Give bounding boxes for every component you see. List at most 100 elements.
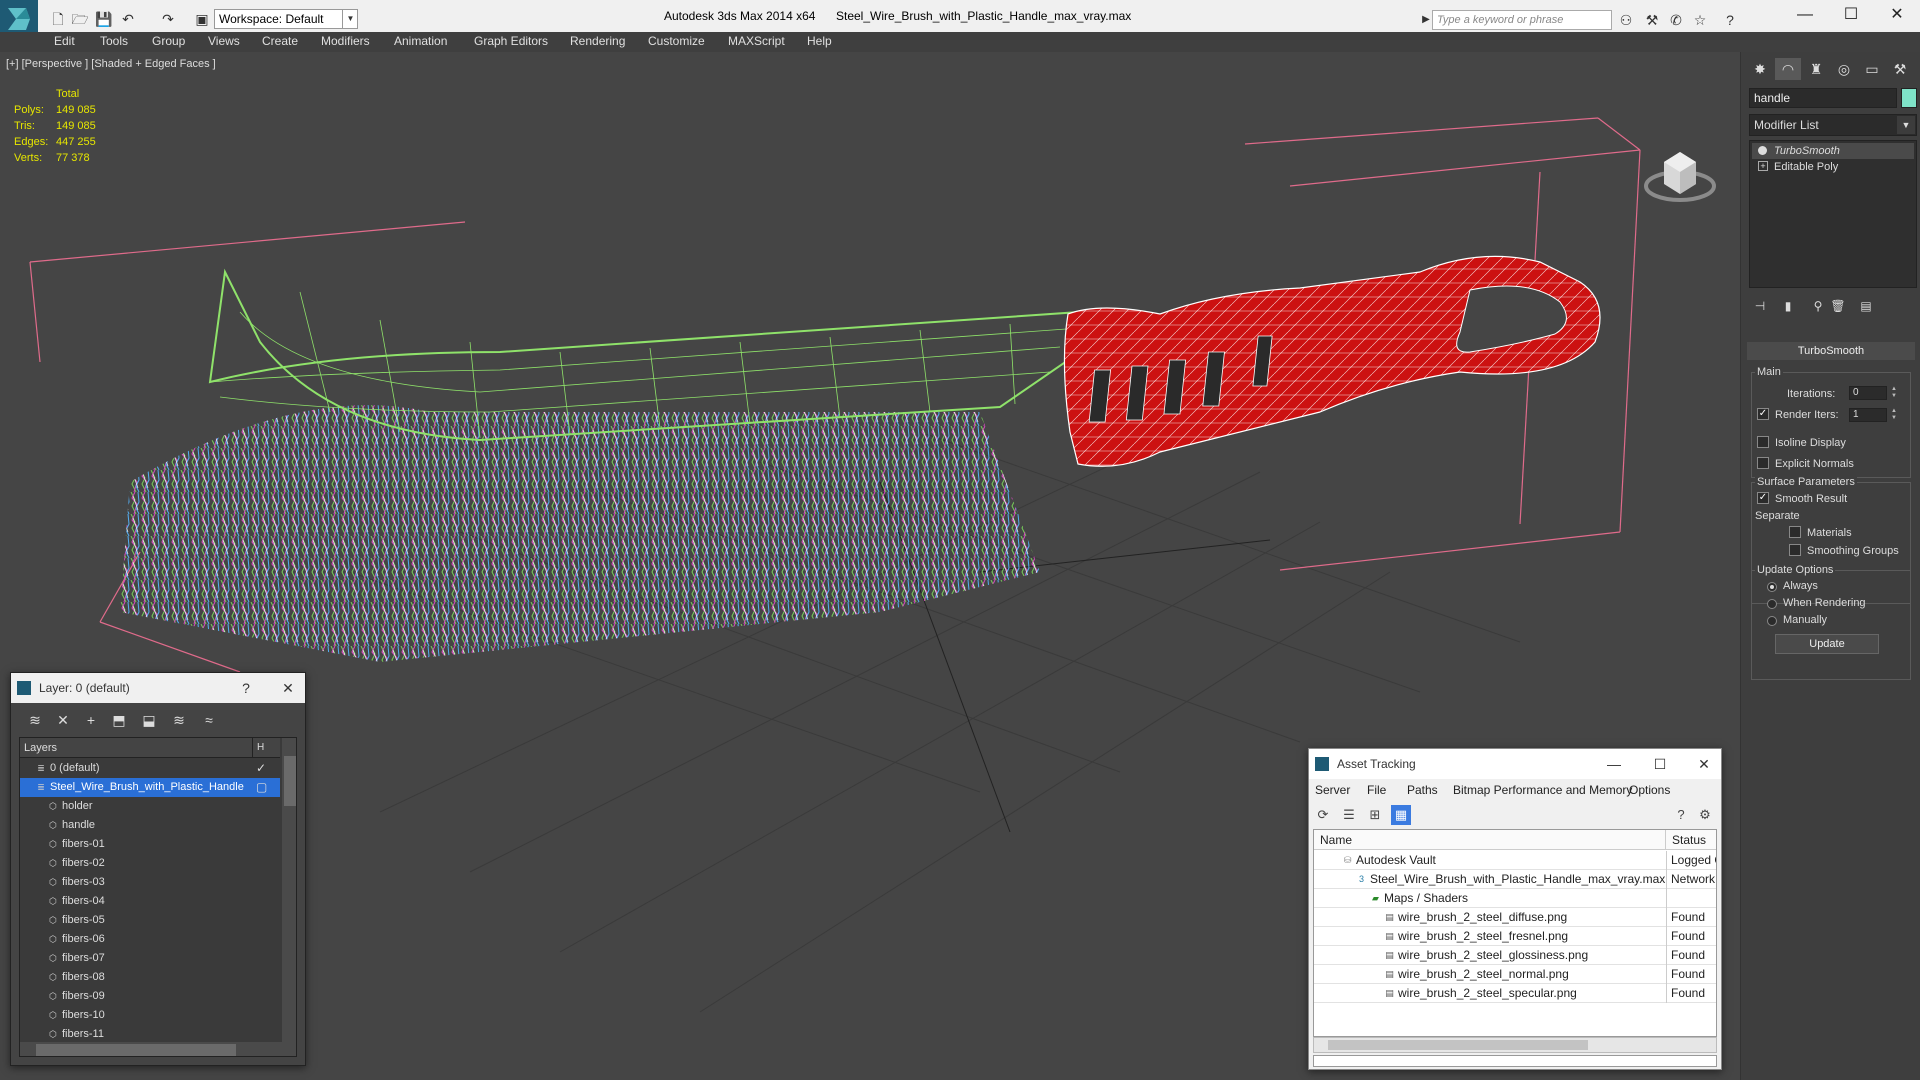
redo-icon[interactable]: ↷ <box>158 9 178 29</box>
create-tab-icon[interactable]: ✸ <box>1747 58 1773 80</box>
minimize-button[interactable]: — <box>1782 0 1828 32</box>
menu-maxscript[interactable]: MAXScript <box>728 34 785 48</box>
search-input[interactable]: Type a keyword or phrase <box>1432 10 1612 30</box>
menu-modifiers[interactable]: Modifiers <box>321 34 370 48</box>
layer-row[interactable]: ⬡ fibers-07 <box>20 949 280 968</box>
explicit-normals-checkbox[interactable] <box>1757 457 1769 469</box>
horizontal-scrollbar[interactable] <box>1313 1037 1717 1053</box>
new-file-icon[interactable]: 🗋 <box>48 9 68 29</box>
menu-group[interactable]: Group <box>152 34 185 48</box>
layer-row[interactable]: ≣ Steel_Wire_Brush_with_Plastic_Handle ▢ <box>20 778 280 797</box>
close-button[interactable]: ✕ <box>279 679 297 697</box>
tree-view-icon[interactable]: ⊞ <box>1365 805 1385 825</box>
expand-plus-icon[interactable]: + <box>1758 161 1768 171</box>
close-button[interactable]: ✕ <box>1874 0 1920 32</box>
pin-stack-icon[interactable]: ⊣ <box>1749 296 1771 316</box>
asset-row[interactable]: 3 Steel_Wire_Brush_with_Plastic_Handle_ma… <box>1314 870 1716 889</box>
help-icon[interactable]: ? <box>1720 10 1740 30</box>
spinner-arrows-icon[interactable]: ▲ ▼ <box>1889 386 1899 400</box>
chevron-down-icon[interactable]: ▼ <box>1897 116 1915 134</box>
layer-hierarchy-icon[interactable]: ≋ <box>167 709 191 731</box>
when-rendering-radio[interactable] <box>1767 599 1777 609</box>
render-iters-spinner[interactable]: 1 <box>1849 408 1887 422</box>
object-name-input[interactable]: handle <box>1749 88 1897 108</box>
asset-row[interactable]: ▤ wire_brush_2_steel_fresnel.png Found <box>1314 927 1716 946</box>
layer-row[interactable]: ⬡ fibers-09 <box>20 987 280 1006</box>
show-end-result-icon[interactable]: ▮ <box>1777 296 1799 316</box>
open-file-icon[interactable]: 🗁 <box>70 9 90 29</box>
layers-column-header[interactable]: Layers <box>20 738 280 758</box>
layer-row[interactable]: ⬡ fibers-03 <box>20 873 280 892</box>
table-view-icon[interactable]: ▦ <box>1391 805 1411 825</box>
asset-row[interactable]: ▤ wire_brush_2_steel_specular.png Found <box>1314 984 1716 1003</box>
layer-row[interactable]: ⬡ fibers-04 <box>20 892 280 911</box>
update-button[interactable]: Update <box>1775 634 1879 654</box>
spinner-arrows-icon[interactable]: ▲ ▼ <box>1889 408 1899 422</box>
list-view-icon[interactable]: ☰ <box>1339 805 1359 825</box>
smoothing-groups-checkbox[interactable] <box>1789 544 1801 556</box>
menu-graph-editors[interactable]: Graph Editors <box>474 34 548 48</box>
maximize-button[interactable]: ☐ <box>1651 755 1669 773</box>
menu-views[interactable]: Views <box>208 34 240 48</box>
vertical-scrollbar[interactable] <box>282 738 296 1056</box>
communication-icon[interactable]: ✆ <box>1666 10 1686 30</box>
motion-tab-icon[interactable]: ◎ <box>1831 58 1857 80</box>
name-column-header[interactable]: Name <box>1314 830 1666 850</box>
object-color-swatch[interactable] <box>1901 88 1917 108</box>
materials-checkbox[interactable] <box>1789 526 1801 538</box>
layer-tool-icon[interactable]: ≋ <box>23 709 47 731</box>
layer-options-icon[interactable]: ⬓ <box>137 709 161 731</box>
iterations-spinner[interactable]: 0 <box>1849 386 1887 400</box>
save-file-icon[interactable]: 💾 <box>94 9 114 29</box>
configure-sets-icon[interactable]: ▤ <box>1855 296 1877 316</box>
binoculars-icon[interactable]: ⚇ <box>1616 10 1636 30</box>
make-unique-icon[interactable]: ⚲ <box>1807 296 1829 316</box>
menu-customize[interactable]: Customize <box>648 34 705 48</box>
hide-toggle-icon[interactable]: ✓ <box>256 759 266 778</box>
asset-panel-titlebar[interactable]: Asset Tracking — ☐ ✕ <box>1309 749 1721 779</box>
workspace-select[interactable]: Workspace: Default <box>214 9 358 29</box>
utilities-tab-icon[interactable]: ⚒ <box>1887 58 1913 80</box>
layer-sync-icon[interactable]: ≈ <box>197 709 221 731</box>
menu-create[interactable]: Create <box>262 34 298 48</box>
display-tab-icon[interactable]: ▭ <box>1859 58 1885 80</box>
select-layer-icon[interactable]: ⬒ <box>107 709 131 731</box>
stack-item-turbosmooth[interactable]: TurboSmooth <box>1752 143 1914 159</box>
layer-row[interactable]: ⬡ fibers-08 <box>20 968 280 987</box>
minimize-button[interactable]: — <box>1605 755 1623 773</box>
layer-panel-titlebar[interactable]: Layer: 0 (default) ? ✕ <box>11 673 305 703</box>
status-column-header[interactable]: Status <box>1666 830 1716 850</box>
smooth-result-checkbox[interactable]: ✓ <box>1757 492 1769 504</box>
asset-row[interactable]: ▤ wire_brush_2_steel_diffuse.png Found <box>1314 908 1716 927</box>
hide-toggle-icon[interactable]: ▢ <box>256 778 267 797</box>
asset-row[interactable]: ⛁ Autodesk Vault Logged O <box>1314 851 1716 870</box>
layer-row[interactable]: ⬡ fibers-06 <box>20 930 280 949</box>
scrollbar-thumb[interactable] <box>284 756 296 806</box>
layer-row[interactable]: ≣ 0 (default) ✓ <box>20 759 280 778</box>
layer-row[interactable]: ⬡ handle <box>20 816 280 835</box>
asset-menu-options[interactable]: Options <box>1629 783 1670 797</box>
layer-row[interactable]: ⬡ fibers-10 <box>20 1006 280 1025</box>
asset-menu-server[interactable]: Server <box>1315 783 1350 797</box>
chevron-down-icon[interactable]: ▼ <box>342 9 358 29</box>
layer-row[interactable]: ⬡ fibers-05 <box>20 911 280 930</box>
layer-row[interactable]: ⬡ fibers-01 <box>20 835 280 854</box>
subscription-icon[interactable]: ⚒ <box>1642 10 1662 30</box>
asset-row[interactable]: ▤ wire_brush_2_steel_normal.png Found <box>1314 965 1716 984</box>
menu-tools[interactable]: Tools <box>100 34 128 48</box>
viewport-label[interactable]: [+] [Perspective ] [Shaded + Edged Faces… <box>6 58 216 70</box>
rollout-turbosmooth-title[interactable]: TurboSmooth <box>1747 342 1915 360</box>
add-layer-icon[interactable]: + <box>79 709 103 731</box>
asset-menu-file[interactable]: File <box>1367 783 1386 797</box>
settings-icon[interactable]: ⚙ <box>1695 805 1715 825</box>
hierarchy-tab-icon[interactable]: ♜ <box>1803 58 1829 80</box>
lightbulb-icon[interactable] <box>1758 146 1767 155</box>
help-button[interactable]: ? <box>237 679 255 697</box>
delete-layer-icon[interactable]: ✕ <box>51 709 75 731</box>
menu-animation[interactable]: Animation <box>394 34 447 48</box>
asset-menu-paths[interactable]: Paths <box>1407 783 1438 797</box>
menu-rendering[interactable]: Rendering <box>570 34 625 48</box>
modifier-list-select[interactable]: Modifier List <box>1749 114 1917 136</box>
layer-row[interactable]: ⬡ fibers-02 <box>20 854 280 873</box>
favorites-star-icon[interactable]: ☆ <box>1690 10 1710 30</box>
